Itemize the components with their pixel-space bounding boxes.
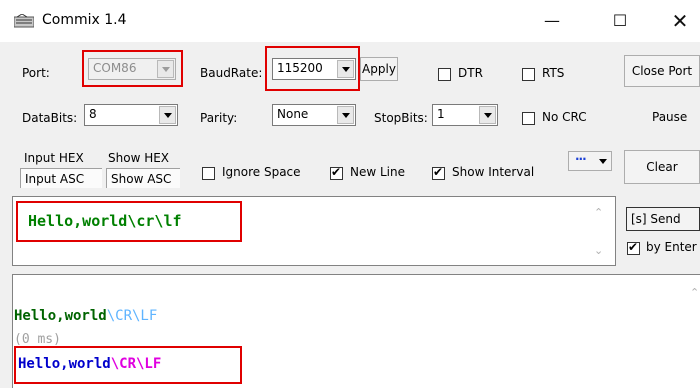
input-hex-option[interactable]: Input HEX xyxy=(24,151,84,165)
nocrc-label: No CRC xyxy=(542,110,587,124)
scroll-up-icon[interactable]: ⌃ xyxy=(594,206,606,219)
chevron-down-icon[interactable] xyxy=(337,60,354,78)
by-enter-checkbox[interactable] xyxy=(627,240,640,255)
send-input-text: Hello,world\cr\lf xyxy=(28,212,182,230)
send-button-label: [s] Send xyxy=(631,212,681,226)
send-button[interactable]: [s] Send xyxy=(626,207,700,231)
port-select[interactable]: COM86 xyxy=(88,58,176,80)
baudrate-select[interactable]: 115200 xyxy=(272,58,356,80)
parity-select[interactable]: None xyxy=(272,104,356,126)
dtr-label: DTR xyxy=(458,66,483,80)
databits-label: DataBits: xyxy=(22,111,78,125)
minimize-button[interactable]: — xyxy=(532,8,572,34)
output-scroll-up-icon[interactable]: ⌃ xyxy=(690,286,699,299)
title-bar: Commix 1.4 — ☐ ✕ xyxy=(0,0,700,42)
parity-value: None xyxy=(277,107,309,121)
show-hex-option[interactable]: Show HEX xyxy=(108,151,169,165)
input-asc-tab[interactable]: Input ASC xyxy=(20,168,102,188)
chevron-down-icon[interactable] xyxy=(157,60,174,78)
databits-select[interactable]: 8 xyxy=(84,104,178,126)
output-line-3: Hello,world\CR\LF xyxy=(18,356,161,372)
show-interval-checkbox[interactable] xyxy=(432,165,445,180)
dtr-checkbox[interactable] xyxy=(438,68,451,81)
port-value: COM86 xyxy=(93,61,137,75)
maximize-button[interactable]: ☐ xyxy=(600,8,640,34)
close-window-button[interactable]: ✕ xyxy=(660,8,700,34)
ignore-space-label: Ignore Space xyxy=(222,165,301,179)
rts-checkbox[interactable] xyxy=(522,68,535,81)
pause-label[interactable]: Pause xyxy=(652,110,687,124)
show-interval-label: Show Interval xyxy=(452,165,535,179)
new-line-checkbox[interactable] xyxy=(330,165,343,180)
close-port-button[interactable]: Close Port xyxy=(624,55,700,87)
clear-button[interactable]: Clear xyxy=(624,150,700,184)
output-line-3-text: Hello,world xyxy=(18,356,111,372)
new-line-label: New Line xyxy=(350,165,405,179)
window-title: Commix 1.4 xyxy=(42,12,127,28)
input-asc-label: Input ASC xyxy=(25,172,85,186)
apply-button[interactable]: Apply xyxy=(360,57,398,81)
app-icon xyxy=(14,14,34,28)
send-escape-text: \cr\lf xyxy=(127,212,182,230)
baudrate-label: BaudRate: xyxy=(200,66,263,80)
ignore-space-checkbox[interactable] xyxy=(202,167,215,180)
databits-value: 8 xyxy=(89,107,97,121)
nocrc-checkbox[interactable] xyxy=(522,112,535,125)
scroll-down-icon[interactable]: ⌄ xyxy=(594,244,606,257)
baudrate-value: 115200 xyxy=(277,61,323,75)
show-asc-label: Show ASC xyxy=(111,172,172,186)
chevron-down-icon[interactable] xyxy=(337,106,354,124)
stopbits-label: StopBits: xyxy=(374,111,428,125)
more-menu-button[interactable]: ··· xyxy=(568,151,612,171)
send-text: Hello,world xyxy=(28,212,128,230)
more-dots: ··· xyxy=(575,152,587,166)
rts-label: RTS xyxy=(542,66,565,80)
chevron-down-icon[interactable] xyxy=(479,106,496,124)
output-line-3-escape: \CR\LF xyxy=(110,356,162,372)
chevron-down-icon xyxy=(599,159,607,164)
stopbits-value: 1 xyxy=(437,107,445,121)
by-enter-label: by Enter xyxy=(646,240,697,254)
output-line-1-escape: \CR\LF xyxy=(106,308,158,324)
parity-label: Parity: xyxy=(200,111,238,125)
port-label: Port: xyxy=(22,66,50,80)
show-asc-tab[interactable]: Show ASC xyxy=(106,168,180,188)
output-line-1: Hello,world\CR\LF xyxy=(14,308,157,324)
stopbits-select[interactable]: 1 xyxy=(432,104,498,126)
output-interval: (0 ms) xyxy=(14,332,61,347)
output-line-1-text: Hello,world xyxy=(14,308,107,324)
chevron-down-icon[interactable] xyxy=(159,106,176,124)
